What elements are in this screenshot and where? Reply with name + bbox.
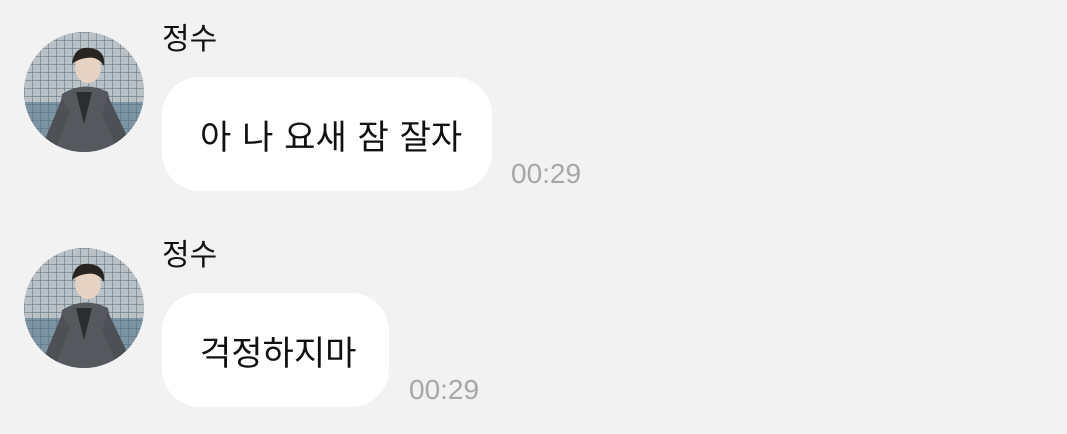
sender-name: 정수 [162, 22, 218, 57]
message-text: 아 나 요새 잠 잘자 [200, 117, 463, 158]
message-timestamp: 00:29 [511, 158, 582, 189]
message-bubble[interactable]: 걱정하지마 [162, 293, 389, 407]
avatar-photo [24, 248, 144, 368]
message-bubble[interactable]: 아 나 요새 잠 잘자 [162, 77, 492, 191]
message-text: 걱정하지마 [200, 333, 357, 374]
sender-name: 정수 [162, 238, 218, 273]
message-timestamp: 00:29 [409, 374, 480, 405]
avatar[interactable] [24, 32, 144, 152]
message-row: 정수 걱정하지마 00:29 [0, 216, 1067, 416]
message-row: 정수 아 나 요새 잠 잘자 00:29 [0, 0, 1067, 200]
avatar[interactable] [24, 248, 144, 368]
avatar-photo [24, 32, 144, 152]
